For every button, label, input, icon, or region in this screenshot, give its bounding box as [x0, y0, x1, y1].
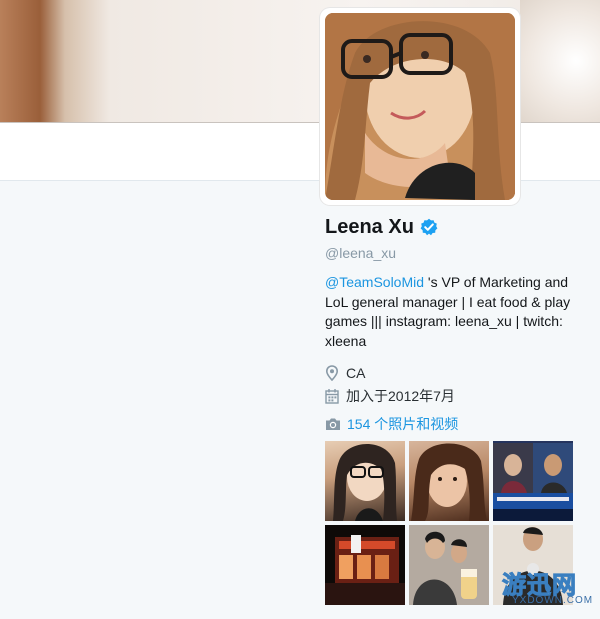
calendar-icon [325, 388, 339, 404]
location-text: CA [346, 364, 366, 381]
site-watermark: 游迅网 YXDOWN.COM [498, 565, 594, 609]
thumbnail-image [409, 525, 489, 605]
profile-bio: @TeamSoloMid 's VP of Marketing and LoL … [325, 273, 575, 351]
photos-videos-label: 154 个照片和视频 [347, 416, 459, 432]
media-thumbnail-4[interactable] [325, 525, 405, 605]
camera-icon [326, 418, 340, 430]
thumbnail-image [333, 444, 397, 521]
thumbnail-image [493, 441, 573, 521]
profile-handle[interactable]: @leena_xu [325, 242, 585, 264]
photos-videos-link[interactable]: 154 个照片和视频 [325, 414, 458, 434]
profile-location: CA [325, 361, 585, 384]
profile-joined: 加入于2012年7月 [325, 384, 585, 407]
name-row: Leena Xu [325, 212, 585, 242]
profile-avatar-frame[interactable] [320, 8, 520, 205]
media-thumbnail-2[interactable] [409, 441, 489, 521]
thumbnail-image [411, 443, 487, 521]
banner-highlight [520, 0, 600, 122]
thumbnail-image [325, 525, 405, 605]
verified-badge-icon [420, 218, 438, 236]
joined-text: 加入于2012年7月 [346, 387, 455, 404]
avatar-photo [325, 13, 515, 200]
bio-mention-link[interactable]: @TeamSoloMid [325, 274, 424, 290]
profile-avatar[interactable] [325, 13, 515, 200]
watermark-latin: YXDOWN.COM [512, 595, 594, 606]
media-thumbnail-5[interactable] [409, 525, 489, 605]
media-thumbnail-3[interactable] [493, 441, 573, 521]
media-thumbnail-1[interactable] [325, 441, 405, 521]
map-pin-icon [325, 364, 339, 381]
profile-name[interactable]: Leena Xu [325, 216, 414, 239]
profile-card: Leena Xu @leena_xu @TeamSoloMid 's VP of… [325, 212, 585, 407]
